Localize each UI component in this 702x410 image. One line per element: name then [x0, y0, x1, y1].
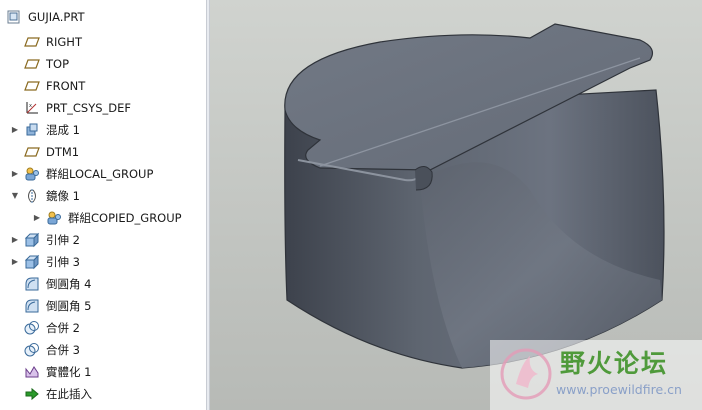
tree-item-round-4[interactable]: 倒圓角 4	[24, 273, 91, 295]
tree-item-label: 合併 3	[46, 343, 80, 357]
tree-item-insert-here[interactable]: 在此插入	[24, 383, 92, 405]
tree-item-label: 群組COPIED_GROUP	[68, 211, 182, 225]
coordinate-system-icon: x	[24, 100, 40, 116]
tree-item-solidify-1[interactable]: 實體化 1	[24, 361, 91, 383]
datum-plane-icon	[24, 34, 40, 50]
tree-item-label: DTM1	[46, 145, 80, 159]
extrude-icon	[24, 254, 40, 270]
tree-item-label: 混成 1	[46, 123, 80, 137]
tree-item-label: TOP	[46, 57, 70, 71]
tree-item-label: 群組LOCAL_GROUP	[46, 167, 154, 181]
tree-item-extrude-3[interactable]: ▶ 引伸 3	[10, 251, 80, 273]
datum-plane-icon	[24, 78, 40, 94]
tree-item-label: 引伸 3	[46, 255, 80, 269]
forum-watermark: 野火论坛 www.proewildfire.cn	[490, 340, 702, 410]
datum-plane-icon	[24, 56, 40, 72]
tree-item-label: FRONT	[46, 79, 86, 93]
tree-item-label: 在此插入	[46, 387, 92, 401]
watermark-logo-icon	[500, 348, 552, 400]
tree-item-round-5[interactable]: 倒圓角 5	[24, 295, 91, 317]
tree-item-label: 引伸 2	[46, 233, 80, 247]
tree-item-mirror-1[interactable]: ▼ 鏡像 1	[10, 185, 80, 207]
tree-item-local-group[interactable]: ▶ 群組LOCAL_GROUP	[10, 163, 154, 185]
tree-item-label: 合併 2	[46, 321, 80, 335]
group-icon	[46, 210, 62, 226]
tree-item-label: 倒圓角 5	[46, 299, 92, 313]
watermark-title: 野火论坛	[560, 349, 669, 378]
tree-item-merge-2[interactable]: 合併 2	[24, 317, 80, 339]
expand-arrow-icon[interactable]: ▶	[10, 125, 20, 135]
tree-item-label: PRT_CSYS_DEF	[46, 101, 132, 115]
tree-item-right[interactable]: RIGHT	[24, 31, 82, 53]
blend-icon	[24, 122, 40, 138]
merge-icon	[24, 342, 40, 358]
tree-item-label: 實體化 1	[46, 365, 92, 379]
expand-arrow-icon[interactable]: ▶	[10, 235, 20, 245]
merge-icon	[24, 320, 40, 336]
mirror-icon	[24, 188, 40, 204]
expand-arrow-icon[interactable]: ▶	[10, 257, 20, 267]
extrude-icon	[24, 232, 40, 248]
watermark-url: www.proewildfire.cn	[556, 382, 682, 397]
model-tree-panel: GUJIA.PRT RIGHT TOP FRONT x PRT_CSYS_DEF…	[0, 0, 206, 410]
insert-here-arrow-icon	[24, 386, 40, 402]
tree-item-front[interactable]: FRONT	[24, 75, 85, 97]
svg-text:x: x	[29, 103, 32, 109]
solidify-icon	[24, 364, 40, 380]
tree-item-merge-3[interactable]: 合併 3	[24, 339, 80, 361]
tree-item-top[interactable]: TOP	[24, 53, 69, 75]
tree-item-copied-group[interactable]: ▶ 群組COPIED_GROUP	[32, 207, 182, 229]
collapse-arrow-icon[interactable]: ▼	[10, 191, 20, 201]
tree-item-extrude-2[interactable]: ▶ 引伸 2	[10, 229, 80, 251]
tree-item-label: 倒圓角 4	[46, 277, 92, 291]
round-icon	[24, 298, 40, 314]
tree-item-blend-1[interactable]: ▶ 混成 1	[10, 119, 80, 141]
group-icon	[24, 166, 40, 182]
expand-arrow-icon[interactable]: ▶	[10, 169, 20, 179]
datum-plane-icon	[24, 144, 40, 160]
round-icon	[24, 276, 40, 292]
tree-item-gujia-prt[interactable]: GUJIA.PRT	[6, 6, 85, 28]
tree-item-dtm1[interactable]: DTM1	[24, 141, 79, 163]
tree-item-label: 鏡像 1	[46, 189, 80, 203]
expand-arrow-icon[interactable]: ▶	[32, 213, 42, 223]
tree-item-label: GUJIA.PRT	[28, 10, 85, 24]
tree-item-prt-csys-def[interactable]: x PRT_CSYS_DEF	[24, 97, 131, 119]
part-icon	[6, 9, 22, 25]
tree-item-label: RIGHT	[46, 35, 82, 49]
